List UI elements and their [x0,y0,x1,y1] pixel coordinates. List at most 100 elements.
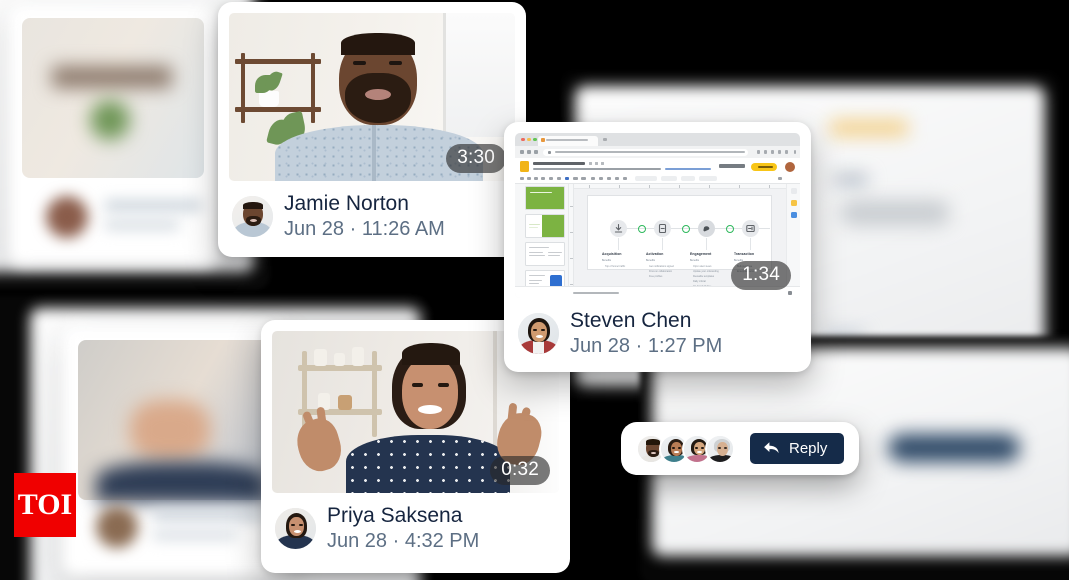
funnel-stage-bullet: Free profiles [649,275,663,278]
duration-badge-steven-chen: 1:34 [731,261,791,290]
slide-thumbnail-3[interactable] [525,242,565,266]
recording-title-jamie-norton: Jamie Norton [284,192,409,215]
toolbar-collapse-icon[interactable] [778,177,782,181]
undo-icon[interactable] [520,177,524,181]
textbox-icon[interactable] [599,177,603,181]
background-thumb-top-left [22,18,204,178]
theme-chip[interactable] [681,176,695,181]
toi-watermark-logo: TOI [14,473,76,537]
back-icon[interactable] [520,150,524,154]
speaker-notes-hint[interactable] [573,291,619,294]
funnel-step-icon-engagement [698,220,715,237]
funnel-stage-subtitle-2: Benefits [646,259,656,262]
duration-badge-jamie-norton: 3:30 [446,144,506,173]
layout-icon[interactable] [573,177,578,181]
downloads-icon[interactable] [777,150,781,154]
theme-icon[interactable] [581,177,586,181]
window-maximize-icon[interactable] [533,137,537,142]
profile-icon[interactable] [770,150,774,154]
present-button[interactable] [719,164,745,168]
slide-filmstrip[interactable] [515,184,569,294]
new-tab-button[interactable] [603,138,607,141]
funnel-stage-subtitle-1: Benefits [602,259,612,262]
paint-format-icon[interactable] [541,177,545,181]
calendar-icon[interactable] [791,188,797,194]
background-blur-torso [96,462,266,502]
recording-card-steven-chen[interactable]: Acquisition Benefits Top of funnel traff… [504,122,811,372]
background-sub-bar [104,220,180,230]
extensions-icon[interactable] [763,150,767,154]
slides-favicon-icon [540,138,545,142]
avatar-priya-saksena [275,507,316,549]
expand-notes-icon[interactable] [788,290,792,295]
background-blur-shape [52,66,172,88]
funnel-stage-title-2: Activation [646,252,664,256]
select-icon[interactable] [557,177,561,181]
layout-chip[interactable] [661,176,677,181]
toi-watermark-text: TOI [17,488,73,521]
recording-card-jamie-norton[interactable]: 3:30 Jamie Norton Jun 28 · 11:26 AM [218,2,526,257]
funnel-stage-bullet: Update your onboarding [693,270,719,273]
bookmark-star-icon[interactable] [756,150,760,154]
slides-menu-bar[interactable] [533,167,661,170]
redo-icon[interactable] [527,177,531,181]
funnel-connector-ring-3 [726,224,734,233]
recording-timestamp-steven-chen: Jun 28 · 1:27 PM [570,334,723,357]
avatar-steven-chen [518,312,559,354]
background-blur-plant [90,100,130,140]
funnel-step-icon-acquisition [610,220,627,237]
background-sub-bar-2 [152,530,238,540]
background-blur-highlight [830,120,908,136]
print-icon[interactable] [534,177,538,181]
recording-thumbnail-steven-chen[interactable]: Acquisition Benefits Top of funnel traff… [515,133,800,298]
background-chip[interactable] [635,176,657,181]
screenshot-stage: 3:30 Jamie Norton Jun 28 · 11:26 AM 0:32… [0,0,1069,580]
slide-thumbnail-1[interactable] [525,186,565,210]
background-blur-label [834,175,868,184]
reload-icon[interactable] [534,150,538,154]
new-slide-icon[interactable] [565,177,569,181]
tasks-icon[interactable] [791,212,797,218]
slides-menu-last-edit [665,167,711,170]
cloud-status-icon [601,161,604,165]
browser-menu-icon[interactable] [784,150,788,154]
reply-button-label: Reply [789,440,828,457]
recording-thumbnail-jamie-norton[interactable]: 3:30 [229,13,515,181]
background-blur-person [130,400,210,460]
image-icon[interactable] [607,177,611,181]
slide-thumbnail-2[interactable] [525,214,565,238]
zoom-icon[interactable] [549,177,553,181]
google-slides-logo-icon [520,161,529,172]
recording-title-steven-chen: Steven Chen [570,309,692,332]
background-name-bar-2 [152,510,264,521]
star-icon[interactable] [589,161,592,165]
funnel-stage-bullet: First-run collaboration [649,270,673,273]
shape-icon[interactable] [615,177,619,181]
forward-icon[interactable] [527,150,531,154]
keep-icon[interactable] [791,200,797,206]
funnel-stage-bullet: Reusable templates [693,275,715,278]
funnel-stage-title-3: Engagement [690,252,712,256]
recording-meta-jamie-norton: Jamie Norton Jun 28 · 11:26 AM [229,181,515,254]
funnel-stage-bullet: Top of funnel traffic [605,265,626,268]
reply-button[interactable]: Reply [750,433,845,464]
funnel-stage-title-4: Transaction [734,252,755,256]
recording-timestamp-priya-saksena: Jun 28 · 4:32 PM [327,529,480,552]
participant-avatar-4[interactable] [705,433,735,464]
move-folder-icon[interactable] [595,161,598,165]
line-icon[interactable] [623,177,627,181]
window-minimize-icon[interactable] [527,137,531,142]
funnel-stage-bullet: Get notifications signed [649,265,674,268]
transition-chip[interactable] [699,176,717,181]
transition-icon[interactable] [591,177,595,181]
background-blur-reply-pill [888,434,1020,462]
recording-meta-steven-chen: Steven Chen Jun 28 · 1:27 PM [515,298,800,371]
slide-canvas[interactable]: Acquisition Benefits Top of funnel traff… [587,195,772,293]
funnel-connector-ring-2 [682,224,690,233]
window-close-icon[interactable] [521,137,525,142]
funnel-step-icon-transaction [742,220,759,237]
presentation-title[interactable] [533,161,585,165]
recording-timestamp-jamie-norton: Jun 28 · 11:26 AM [284,217,445,240]
participant-avatar-stack[interactable] [636,433,735,464]
lock-icon [548,150,551,155]
